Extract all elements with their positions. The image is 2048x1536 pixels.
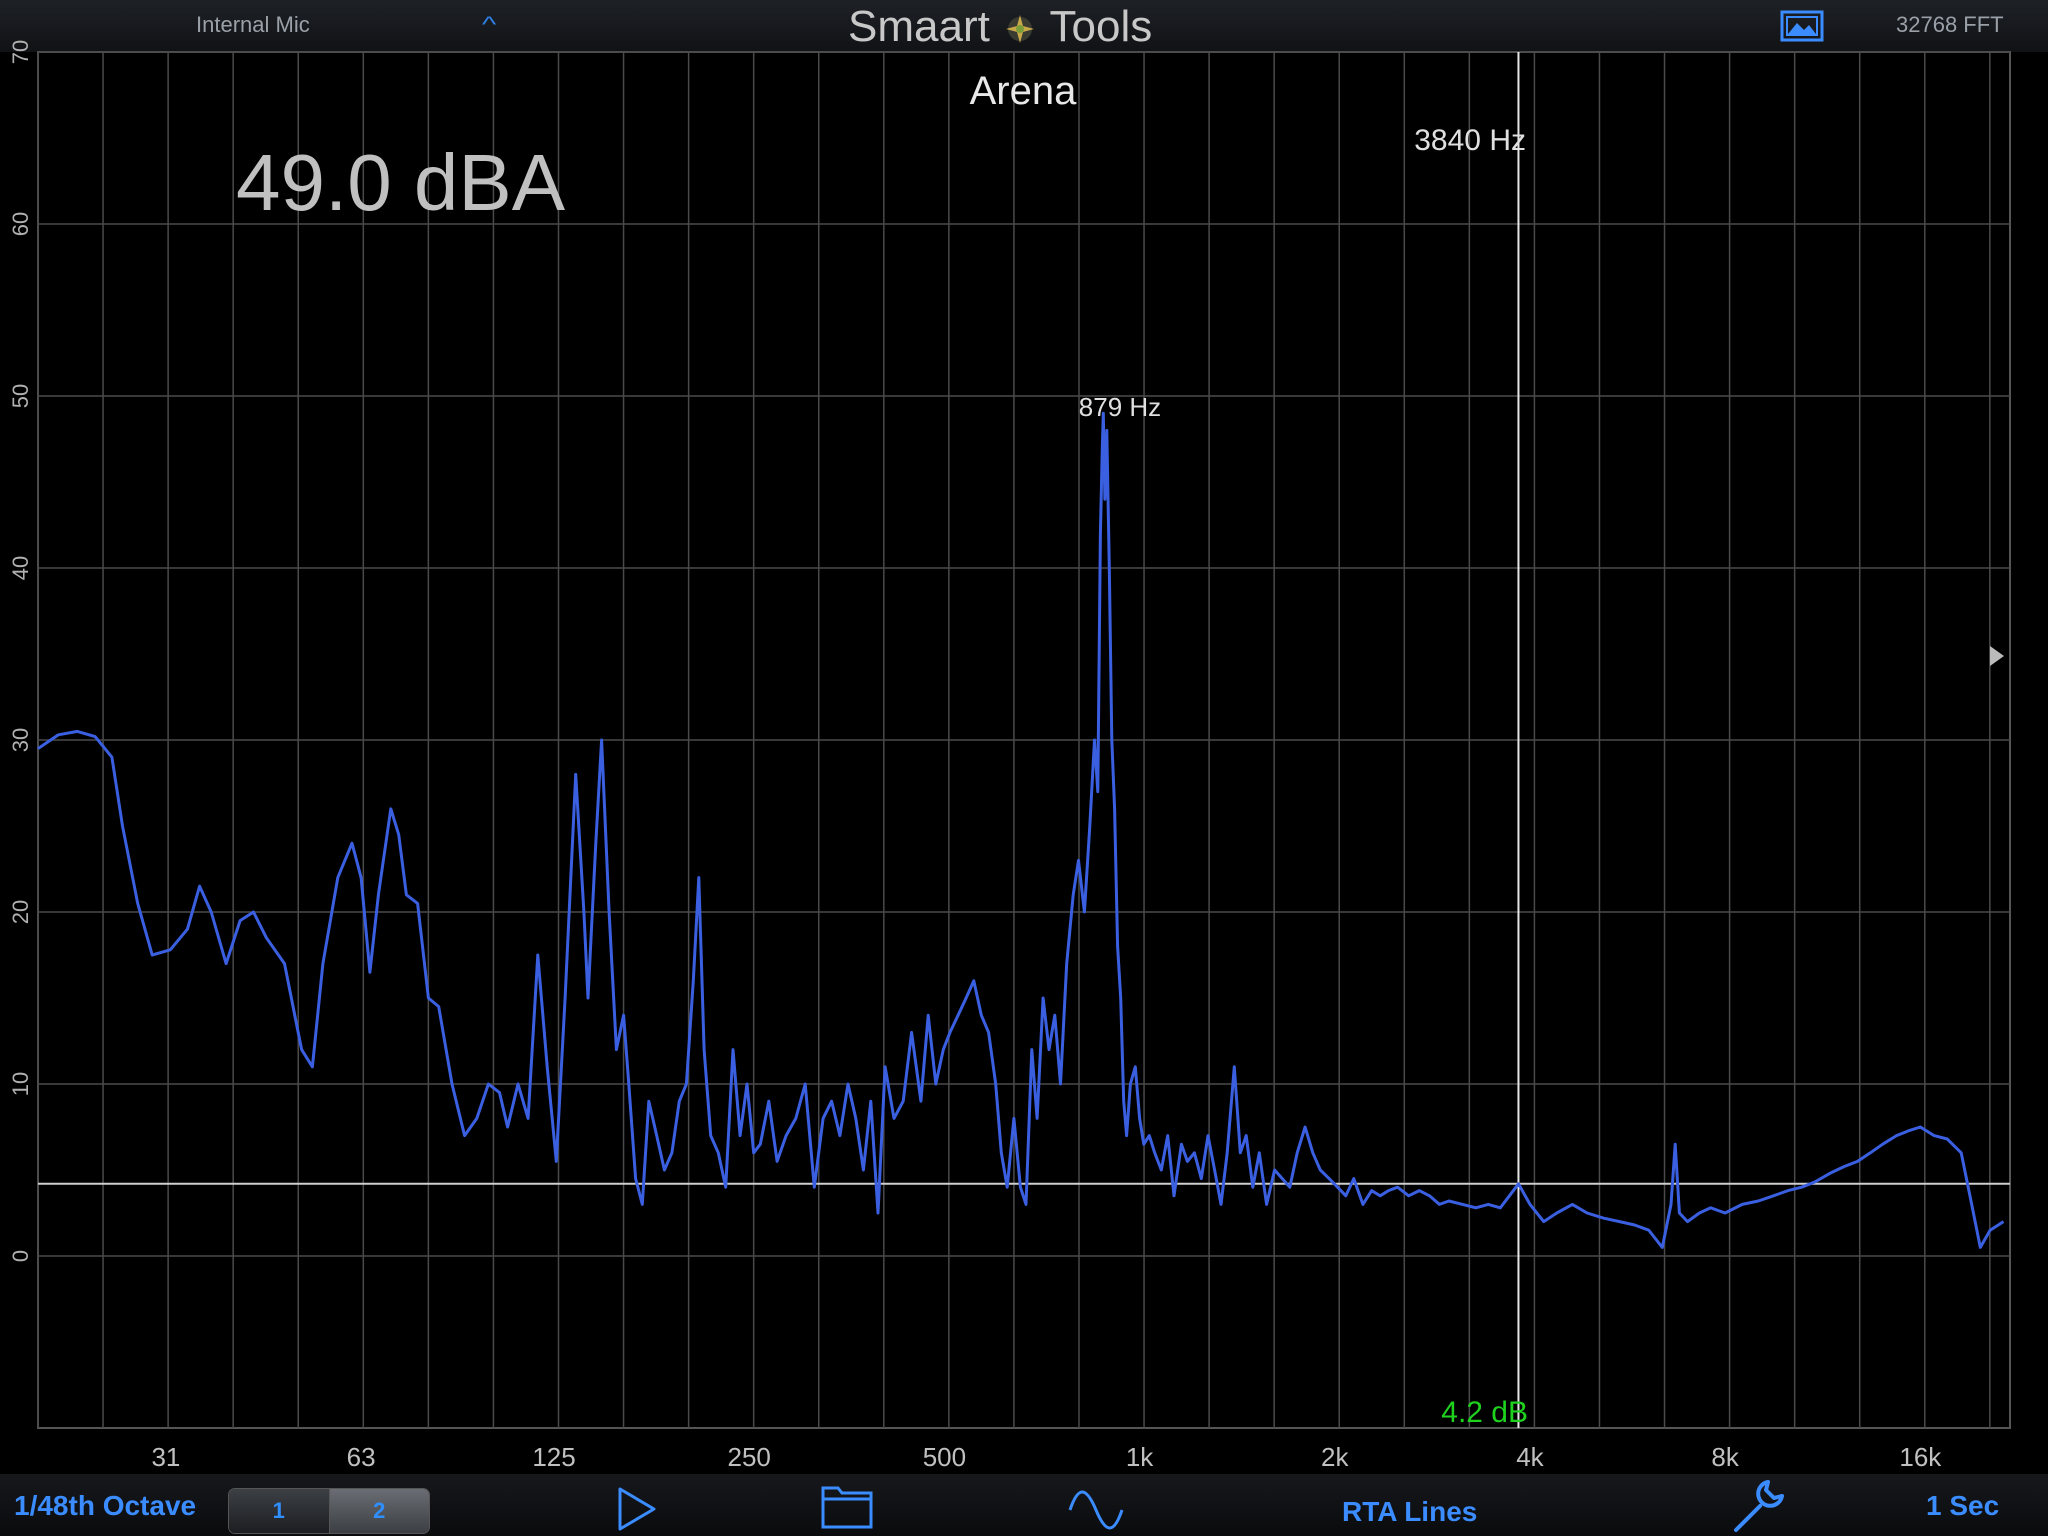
x-tick-label: 500 — [923, 1442, 966, 1472]
spl-readout: 49.0 dBA — [236, 138, 566, 227]
x-axis-ticks: 31 63 125 250 500 1k 2k 4k 8k 16k — [151, 1442, 1942, 1472]
x-tick-label: 31 — [151, 1442, 180, 1472]
y-tick-label: 0 — [8, 1250, 33, 1262]
y-tick-label: 30 — [8, 728, 33, 752]
y-tick-label: 70 — [8, 40, 33, 64]
x-tick-label: 4k — [1516, 1442, 1544, 1472]
peak-frequency-label: 879 Hz — [1079, 392, 1161, 422]
x-tick-label: 2k — [1321, 1442, 1349, 1472]
folder-icon[interactable] — [820, 1482, 874, 1530]
view-2-button[interactable]: 2 — [329, 1489, 429, 1533]
view-1-button[interactable]: 1 — [229, 1489, 330, 1533]
y-tick-label: 20 — [8, 900, 33, 924]
x-tick-label: 1k — [1126, 1442, 1154, 1472]
x-tick-label: 125 — [532, 1442, 575, 1472]
cursor-frequency-readout: 3840 Hz — [1414, 124, 1526, 157]
y-tick-label: 50 — [8, 384, 33, 408]
y-axis-ticks: 0 10 20 30 40 50 60 70 — [8, 40, 33, 1262]
play-icon[interactable] — [614, 1484, 658, 1534]
x-tick-label: 16k — [1899, 1442, 1942, 1472]
x-tick-label: 8k — [1711, 1442, 1739, 1472]
y-tick-label: 10 — [8, 1072, 33, 1096]
plot-grid — [37, 51, 2011, 1429]
cursor-level-readout: 4.2 dB — [1441, 1396, 1528, 1429]
y-tick-label: 60 — [8, 212, 33, 236]
x-tick-label: 63 — [347, 1442, 376, 1472]
resolution-selector[interactable]: 1/48th Octave — [14, 1490, 196, 1522]
sine-wave-icon[interactable] — [1068, 1490, 1124, 1530]
y-tick-label: 40 — [8, 556, 33, 580]
preset-name: Arena — [970, 69, 1077, 113]
rta-mode-selector[interactable]: RTA Lines — [1342, 1496, 1477, 1528]
rta-spectrum-plot[interactable]: 0 10 20 30 40 50 60 70 31 63 125 250 500 1k 2k 4k 8k 16k… — [0, 0, 2048, 1474]
wrench-icon[interactable] — [1728, 1476, 1788, 1536]
averaging-time-selector[interactable]: 1 Sec — [1926, 1490, 1999, 1522]
view-segmented-control[interactable]: 1 2 — [228, 1488, 430, 1534]
x-tick-label: 250 — [728, 1442, 771, 1472]
